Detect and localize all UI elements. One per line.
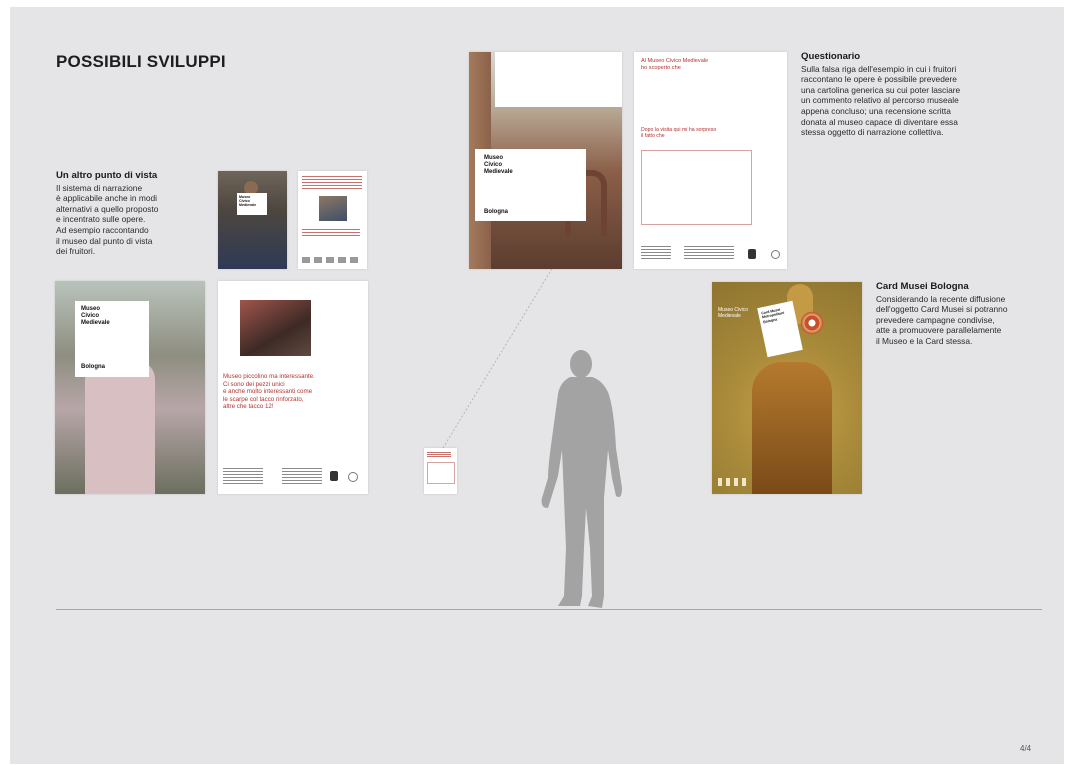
label-line: Museo [484, 155, 504, 161]
heading-card-musei: Card Musei Bologna [876, 281, 969, 292]
text-line: prevedere campagne condivise, [876, 314, 995, 325]
quote-line: e anche molto interessanti come [223, 388, 313, 396]
text-line: alternativi a quello proposto [56, 203, 159, 214]
label-line: Civico [81, 313, 100, 319]
text-line: raccontano le opere è possibile preveder… [801, 74, 957, 85]
sky-area [495, 52, 622, 107]
card-musei-poster: Museo Civico Medievale Card Musei Metrop… [712, 282, 862, 494]
text-line: Il sistema di narrazione [56, 182, 143, 193]
subheading-line: il fatto che [641, 133, 665, 140]
person-torso [85, 361, 155, 494]
ornament-icon [799, 310, 825, 336]
label-line: Medievale [239, 203, 257, 207]
crest-icon [748, 249, 756, 259]
text-altro-punto: Un altro punto di vista Il sistema di na… [56, 170, 206, 257]
label-bologna: Bologna [81, 364, 105, 370]
text-line: atte a promuovere parallelamente [876, 325, 1002, 336]
page-title: POSSIBILI SVILUPPI [56, 52, 226, 71]
footer-info [641, 246, 671, 260]
poster-label-box: Museo Civico Medievale Bologna [75, 301, 149, 377]
label-line: Museo [81, 306, 101, 312]
quote-poster: Museo piccolino ma interessante. Ci sono… [218, 281, 368, 494]
heading-line: Al Museo Civico Medievale [641, 58, 709, 64]
heading-altro-punto: Un altro punto di vista [56, 170, 158, 181]
crest-icon [330, 471, 338, 481]
quote-line: Ci sono dei pezzi unici [223, 380, 285, 388]
footer-logos [718, 478, 748, 486]
large-photo-poster: Museo Civico Medievale Bologna [55, 281, 205, 494]
text-line: Considerando la recente diffusione [876, 293, 1006, 304]
red-text-lines [302, 176, 362, 190]
questionnaire-heading: Al Museo Civico Medievale ho scoperto ch… [641, 58, 708, 72]
poster-label-box: Museo Civico Medievale [237, 193, 267, 215]
text-line: dell'oggetto Card Musei si potranno [876, 304, 1008, 315]
label-line: Medievale [718, 313, 741, 319]
small-photo-poster: Museo Civico Medievale [218, 171, 287, 269]
text-card-musei: Card Musei Bologna Considerando la recen… [876, 281, 1056, 347]
footer-info [282, 468, 322, 484]
questionnaire-subheading: Dopo la visita qui mi ha sorpreso il fat… [641, 127, 716, 140]
portrait-photo [319, 196, 347, 221]
comment-box [641, 150, 752, 225]
label-line: Civico [484, 162, 503, 168]
text-line: stessa oggetto di narrazione collettiva. [801, 127, 944, 138]
text-line: un commento relativo al percorso museale [801, 95, 959, 106]
text-questionario: Questionario Sulla falsa riga dell'esemp… [801, 51, 1031, 138]
text-line: il museo dal punto di vista [56, 235, 153, 246]
heading-line: ho scoperto che [641, 65, 681, 71]
quote-line: le scarpe col tacco rinforzato, [223, 395, 304, 403]
text-line: il Museo e la Card stessa. [876, 335, 973, 346]
comment-box [427, 462, 455, 484]
text-line: Ad esempio raccontando [56, 224, 149, 235]
red-text-lines [302, 229, 360, 237]
floor-line [56, 609, 1042, 610]
footer-info [223, 468, 263, 484]
page-number: 4/4 [1020, 744, 1032, 753]
text-line: appena concluso; una recensione scritta [801, 105, 951, 116]
red-text-lines [427, 452, 451, 457]
text-line: e incentrato sulle opere. [56, 214, 146, 225]
text-line: una cartolina generica su cui poter lasc… [801, 84, 961, 95]
portrait-photo [240, 300, 311, 356]
text-line: è applicabile anche in modi [56, 193, 158, 204]
questionnaire-poster: Al Museo Civico Medievale ho scoperto ch… [634, 52, 787, 269]
label-line: Medievale [484, 169, 513, 175]
small-text-poster [298, 171, 367, 269]
footer-info [684, 246, 734, 260]
logo-icon [771, 250, 780, 259]
quote-line: Museo piccolino ma interessante. [223, 373, 315, 380]
footer-logos [302, 257, 362, 263]
quote-line: altre che tacco 12! [223, 403, 274, 411]
label-bologna: Bologna [484, 209, 508, 215]
person-silhouette-icon [541, 350, 622, 608]
museum-photo-poster: Museo Civico Medievale Bologna [469, 52, 622, 269]
wall-postcard [424, 448, 457, 494]
statue-figure [752, 362, 832, 494]
text-line: Sulla falsa riga dell'esempio in cui i f… [801, 63, 957, 74]
text-line: donata al museo capace di diventare essa [801, 116, 958, 127]
label-line: Medievale [81, 320, 110, 326]
poster-label-box: Museo Civico Medievale Bologna [475, 149, 586, 221]
logo-icon [348, 472, 358, 482]
heading-questionario: Questionario [801, 51, 861, 62]
quote-text: Museo piccolino ma interessante. Ci sono… [223, 373, 363, 411]
text-line: dei fruitori. [56, 246, 96, 257]
card-museum-label: Museo Civico Medievale [718, 307, 748, 319]
